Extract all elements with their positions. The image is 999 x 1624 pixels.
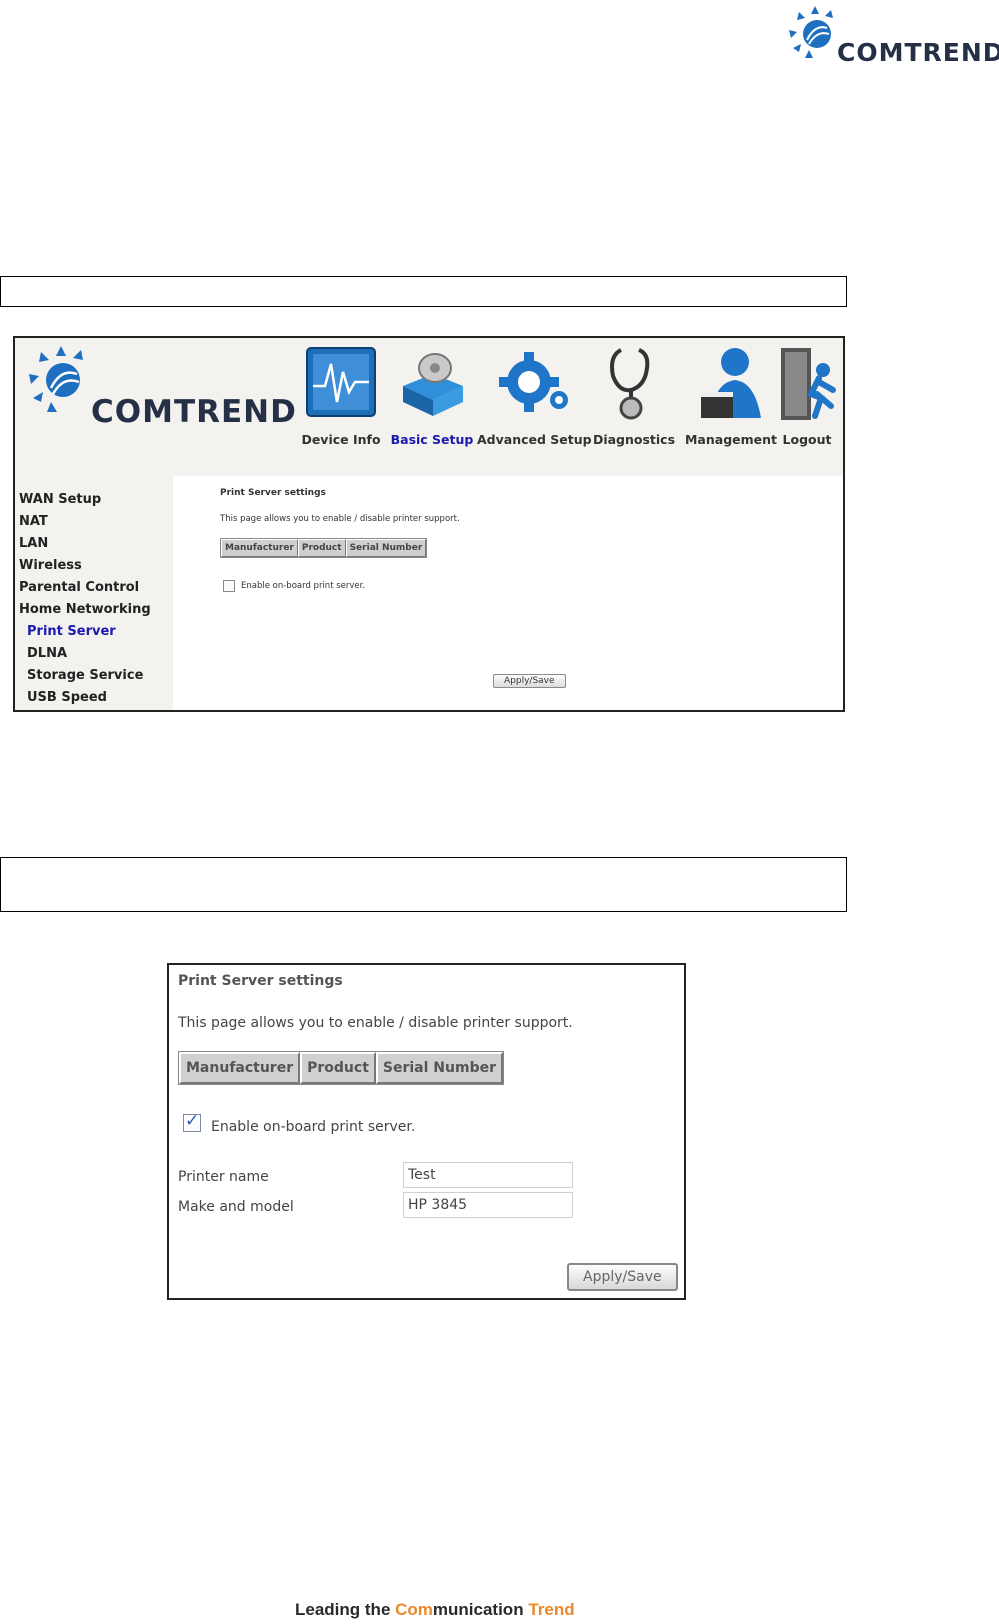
sidebar-item-lan[interactable]: LAN xyxy=(19,536,48,551)
footer-tagline: Leading the Communication Trend xyxy=(295,1600,575,1620)
nav-management[interactable]: Management xyxy=(681,338,781,447)
comtrend-logo-large: COMTREND xyxy=(27,342,296,434)
sidebar-item-wireless[interactable]: Wireless xyxy=(19,558,82,573)
comtrend-logo: COMTREND xyxy=(785,4,999,68)
sidebar-menu: WAN Setup NAT LAN Wireless Parental Cont… xyxy=(15,476,173,710)
logout-icon xyxy=(781,348,836,420)
diagnostics-icon xyxy=(610,348,650,420)
printer-table: Manufacturer Product Serial Number xyxy=(178,1051,504,1085)
nav-label: Logout xyxy=(782,432,832,447)
footer-text-1: Leading the xyxy=(295,1600,396,1619)
table-header-serial-number: Serial Number xyxy=(345,539,427,557)
nav-advanced-setup[interactable]: Advanced Setup xyxy=(477,338,592,447)
note-box-1 xyxy=(0,276,847,307)
apply-save-button[interactable]: Apply/Save xyxy=(567,1263,678,1291)
checkbox-label: Enable on-board print server. xyxy=(241,581,366,591)
sidebar-item-usb-speed[interactable]: USB Speed xyxy=(27,690,107,705)
nav-diagnostics[interactable]: Diagnostics xyxy=(591,338,677,447)
table-header-manufacturer: Manufacturer xyxy=(179,1052,301,1084)
basic-setup-icon xyxy=(403,353,463,416)
nav-basic-setup[interactable]: Basic Setup xyxy=(386,338,478,447)
footer-text-3: munication xyxy=(432,1600,529,1619)
page-description: This page allows you to enable / disable… xyxy=(178,1015,573,1031)
page-title: Print Server settings xyxy=(178,973,343,989)
note-box-2 xyxy=(0,857,847,912)
footer-text-4: Trend xyxy=(528,1600,575,1619)
device-info-icon xyxy=(306,347,376,417)
management-icon xyxy=(701,348,761,418)
nav-label: Device Info xyxy=(301,432,381,447)
checkbox-label: Enable on-board print server. xyxy=(211,1119,416,1135)
printer-name-input[interactable]: Test xyxy=(403,1162,573,1188)
make-and-model-input[interactable]: HP 3845 xyxy=(403,1192,573,1218)
nav-label: Management xyxy=(684,432,777,447)
sidebar-item-dlna[interactable]: DLNA xyxy=(27,646,67,661)
printer-table: Manufacturer Product Serial Number xyxy=(220,538,428,558)
nav-label: Advanced Setup xyxy=(477,432,592,447)
comtrend-sun-icon xyxy=(29,346,83,412)
nav-logout[interactable]: Logout xyxy=(775,338,839,447)
nav-device-info[interactable]: Device Info xyxy=(295,338,387,447)
apply-save-button[interactable]: Apply/Save xyxy=(493,674,566,688)
sidebar-item-print-server[interactable]: Print Server xyxy=(27,624,116,639)
make-and-model-label: Make and model xyxy=(178,1199,294,1215)
footer-text-2: Com xyxy=(395,1600,433,1619)
main-content: Print Server settings This page allows y… xyxy=(173,476,843,710)
sidebar-item-nat[interactable]: NAT xyxy=(19,514,48,529)
router-ui-screenshot-1: COMTREND Device Info Basic Setup Advance… xyxy=(13,336,845,712)
enable-print-server-checkbox[interactable]: ✓ xyxy=(183,1111,201,1132)
enable-print-server-checkbox[interactable] xyxy=(223,580,235,592)
print-server-settings-screenshot-2: Print Server settings This page allows y… xyxy=(167,963,686,1300)
comtrend-sun-icon xyxy=(789,6,833,58)
page-title: Print Server settings xyxy=(220,488,326,498)
sidebar-item-wan-setup[interactable]: WAN Setup xyxy=(19,492,101,507)
nav-label: Diagnostics xyxy=(592,432,676,447)
nav-label: Basic Setup xyxy=(390,432,474,447)
table-header-manufacturer: Manufacturer xyxy=(221,539,298,557)
table-header-product: Product xyxy=(300,1052,376,1084)
sidebar-item-parental-control[interactable]: Parental Control xyxy=(19,580,139,595)
table-header-serial-number: Serial Number xyxy=(375,1052,503,1084)
sidebar-item-home-networking[interactable]: Home Networking xyxy=(19,602,151,617)
checkmark-icon: ✓ xyxy=(185,1111,200,1131)
sidebar-item-storage-service[interactable]: Storage Service xyxy=(27,668,143,683)
table-header-product: Product xyxy=(297,539,346,557)
page-description: This page allows you to enable / disable… xyxy=(220,514,460,524)
advanced-setup-icon xyxy=(499,352,568,412)
header-banner: COMTREND Device Info Basic Setup Advance… xyxy=(15,338,843,476)
printer-name-label: Printer name xyxy=(178,1169,269,1185)
brand-name-large: COMTREND xyxy=(91,394,297,430)
brand-name: COMTREND xyxy=(837,38,999,67)
